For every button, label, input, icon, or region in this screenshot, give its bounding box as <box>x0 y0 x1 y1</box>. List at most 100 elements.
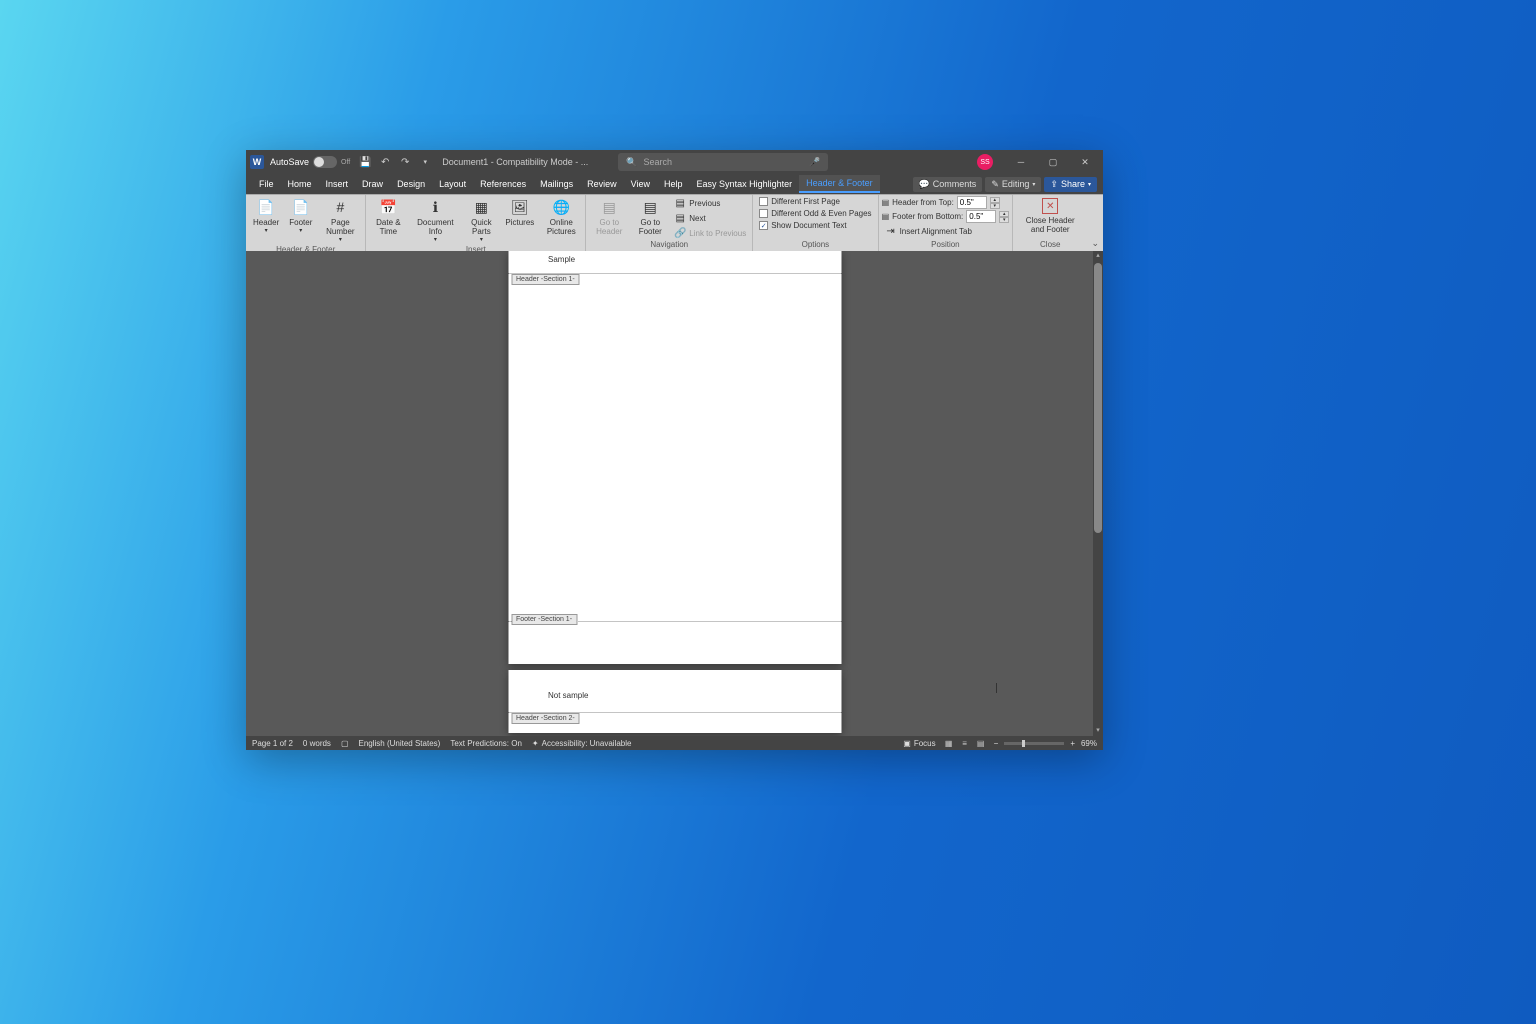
previous-button[interactable]: ▤Previous <box>671 196 749 210</box>
language-status[interactable]: English (United States) <box>359 739 441 748</box>
spin-down-icon[interactable]: ▾ <box>999 217 1009 223</box>
tab-draw[interactable]: Draw <box>355 176 390 192</box>
focus-mode-button[interactable]: ▣Focus <box>903 739 935 748</box>
tab-syntax-highlighter[interactable]: Easy Syntax Highlighter <box>690 176 800 192</box>
date-time-button[interactable]: 📅Date & Time <box>369 196 407 238</box>
different-odd-even-checkbox[interactable]: Different Odd & Even Pages <box>756 208 874 219</box>
page-1[interactable]: Sample Header -Section 1- Footer -Sectio… <box>508 251 841 664</box>
page-2[interactable]: Not sample Header -Section 2- <box>508 670 841 733</box>
page2-header-text[interactable]: Not sample <box>548 691 588 700</box>
word-count[interactable]: 0 words <box>303 739 331 748</box>
accessibility-status[interactable]: ✦Accessibility: Unavailable <box>532 739 632 748</box>
redo-icon[interactable]: ↷ <box>398 155 412 169</box>
header-from-top-input[interactable] <box>957 196 987 209</box>
user-avatar[interactable]: SS <box>977 154 993 170</box>
chevron-down-icon: ▾ <box>480 236 483 243</box>
document-title: Document1 - Compatibility Mode - ... <box>442 157 588 167</box>
tab-references[interactable]: References <box>473 176 533 192</box>
share-button[interactable]: ⇪Share▾ <box>1044 177 1097 192</box>
checkbox-icon <box>759 197 768 206</box>
group-label-options: Options <box>756 240 874 250</box>
tab-home[interactable]: Home <box>281 176 319 192</box>
link-previous-button[interactable]: 🔗Link to Previous <box>671 226 749 240</box>
focus-icon: ▣ <box>903 739 911 748</box>
ribbon-tabs: File Home Insert Draw Design Layout Refe… <box>246 174 1103 194</box>
group-label-close: Close <box>1016 240 1084 250</box>
ribbon-collapse-icon[interactable]: ⌄ <box>1091 238 1099 249</box>
word-icon: W <box>250 155 264 169</box>
read-mode-button[interactable]: ▦ <box>942 737 956 749</box>
header-button[interactable]: 📄Header▾ <box>249 196 283 236</box>
editing-button[interactable]: ✎Editing▾ <box>985 177 1041 192</box>
checkbox-icon <box>759 209 768 218</box>
tab-insert[interactable]: Insert <box>319 176 356 192</box>
zoom-in-button[interactable]: + <box>1070 739 1075 748</box>
spinner-top[interactable]: ▴▾ <box>990 197 1000 209</box>
qat-customize-icon[interactable]: ▾ <box>418 155 432 169</box>
pencil-icon: ✎ <box>991 179 999 190</box>
tab-mailings[interactable]: Mailings <box>533 176 580 192</box>
tab-file[interactable]: File <box>252 176 281 192</box>
chevron-down-icon: ▾ <box>434 236 437 243</box>
undo-icon[interactable]: ↶ <box>378 155 392 169</box>
document-area: Sample Header -Section 1- Footer -Sectio… <box>246 251 1103 736</box>
quick-parts-button[interactable]: ▦Quick Parts▾ <box>463 196 499 245</box>
tab-review[interactable]: Review <box>580 176 624 192</box>
spell-check-icon[interactable]: ▢ <box>341 739 349 748</box>
zoom-level[interactable]: 69% <box>1081 739 1097 748</box>
pictures-button[interactable]: 🖼Pictures <box>501 196 538 229</box>
maximize-button[interactable]: ▢ <box>1039 150 1067 174</box>
footer-button[interactable]: 📄Footer▾ <box>285 196 316 236</box>
tab-header-footer[interactable]: Header & Footer <box>799 175 880 193</box>
goto-header-button[interactable]: ▤Go to Header <box>589 196 629 238</box>
page-number-icon: # <box>331 198 349 216</box>
tab-help[interactable]: Help <box>657 176 690 192</box>
search-box[interactable]: 🔍 Search 🎤 <box>618 153 828 171</box>
spin-down-icon[interactable]: ▾ <box>990 203 1000 209</box>
pictures-icon: 🖼 <box>511 198 529 216</box>
online-pictures-icon: 🌐 <box>552 198 570 216</box>
insert-alignment-tab-button[interactable]: ⇥Insert Alignment Tab <box>882 224 1010 238</box>
mic-icon[interactable]: 🎤 <box>809 157 820 168</box>
toggle-switch[interactable] <box>313 156 337 168</box>
footer-from-bottom-row: ▤ Footer from Bottom: ▴▾ <box>882 210 1010 223</box>
scroll-down-icon[interactable]: ▾ <box>1093 726 1103 736</box>
print-layout-button[interactable]: ≡ <box>958 737 972 749</box>
close-header-footer-button[interactable]: ✕ Close Header and Footer <box>1016 196 1084 236</box>
minimize-button[interactable]: ─ <box>1007 150 1035 174</box>
word-window: W AutoSave Off 💾 ↶ ↷ ▾ Document1 - Compa… <box>246 150 1103 750</box>
document-info-button[interactable]: ℹDocument Info▾ <box>409 196 461 245</box>
comments-button[interactable]: 💬Comments <box>913 177 983 192</box>
online-pictures-button[interactable]: 🌐Online Pictures <box>540 196 582 238</box>
doc-info-icon: ℹ <box>426 198 444 216</box>
different-first-page-checkbox[interactable]: Different First Page <box>756 196 874 207</box>
page1-header-text[interactable]: Sample <box>548 255 575 264</box>
quick-access-toolbar: 💾 ↶ ↷ ▾ <box>358 155 432 169</box>
link-icon: 🔗 <box>674 227 686 239</box>
page-count[interactable]: Page 1 of 2 <box>252 739 293 748</box>
zoom-slider[interactable] <box>1004 742 1064 745</box>
goto-footer-button[interactable]: ▤Go to Footer <box>631 196 669 238</box>
save-icon[interactable]: 💾 <box>358 155 372 169</box>
scroll-thumb[interactable] <box>1094 263 1102 533</box>
web-layout-button[interactable]: ▤ <box>974 737 988 749</box>
scroll-up-icon[interactable]: ▴ <box>1093 251 1103 261</box>
autosave-toggle[interactable]: AutoSave Off <box>270 156 350 168</box>
ribbon: 📄Header▾ 📄Footer▾ #Page Number▾ Header &… <box>246 194 1103 251</box>
zoom-slider-thumb[interactable] <box>1022 740 1025 747</box>
tab-view[interactable]: View <box>624 176 657 192</box>
vertical-scrollbar[interactable]: ▴ ▾ <box>1093 251 1103 736</box>
zoom-out-button[interactable]: − <box>994 739 999 748</box>
show-document-text-checkbox[interactable]: Show Document Text <box>756 220 874 231</box>
checkbox-icon <box>759 221 768 230</box>
goto-footer-icon: ▤ <box>641 198 659 216</box>
page-number-button[interactable]: #Page Number▾ <box>318 196 362 245</box>
tab-layout[interactable]: Layout <box>432 176 473 192</box>
spinner-bottom[interactable]: ▴▾ <box>999 211 1009 223</box>
tab-design[interactable]: Design <box>390 176 432 192</box>
next-button[interactable]: ▤Next <box>671 211 749 225</box>
alignment-tab-icon: ⇥ <box>885 225 897 237</box>
close-window-button[interactable]: ✕ <box>1071 150 1099 174</box>
footer-from-bottom-input[interactable] <box>966 210 996 223</box>
text-predictions-status[interactable]: Text Predictions: On <box>450 739 522 748</box>
